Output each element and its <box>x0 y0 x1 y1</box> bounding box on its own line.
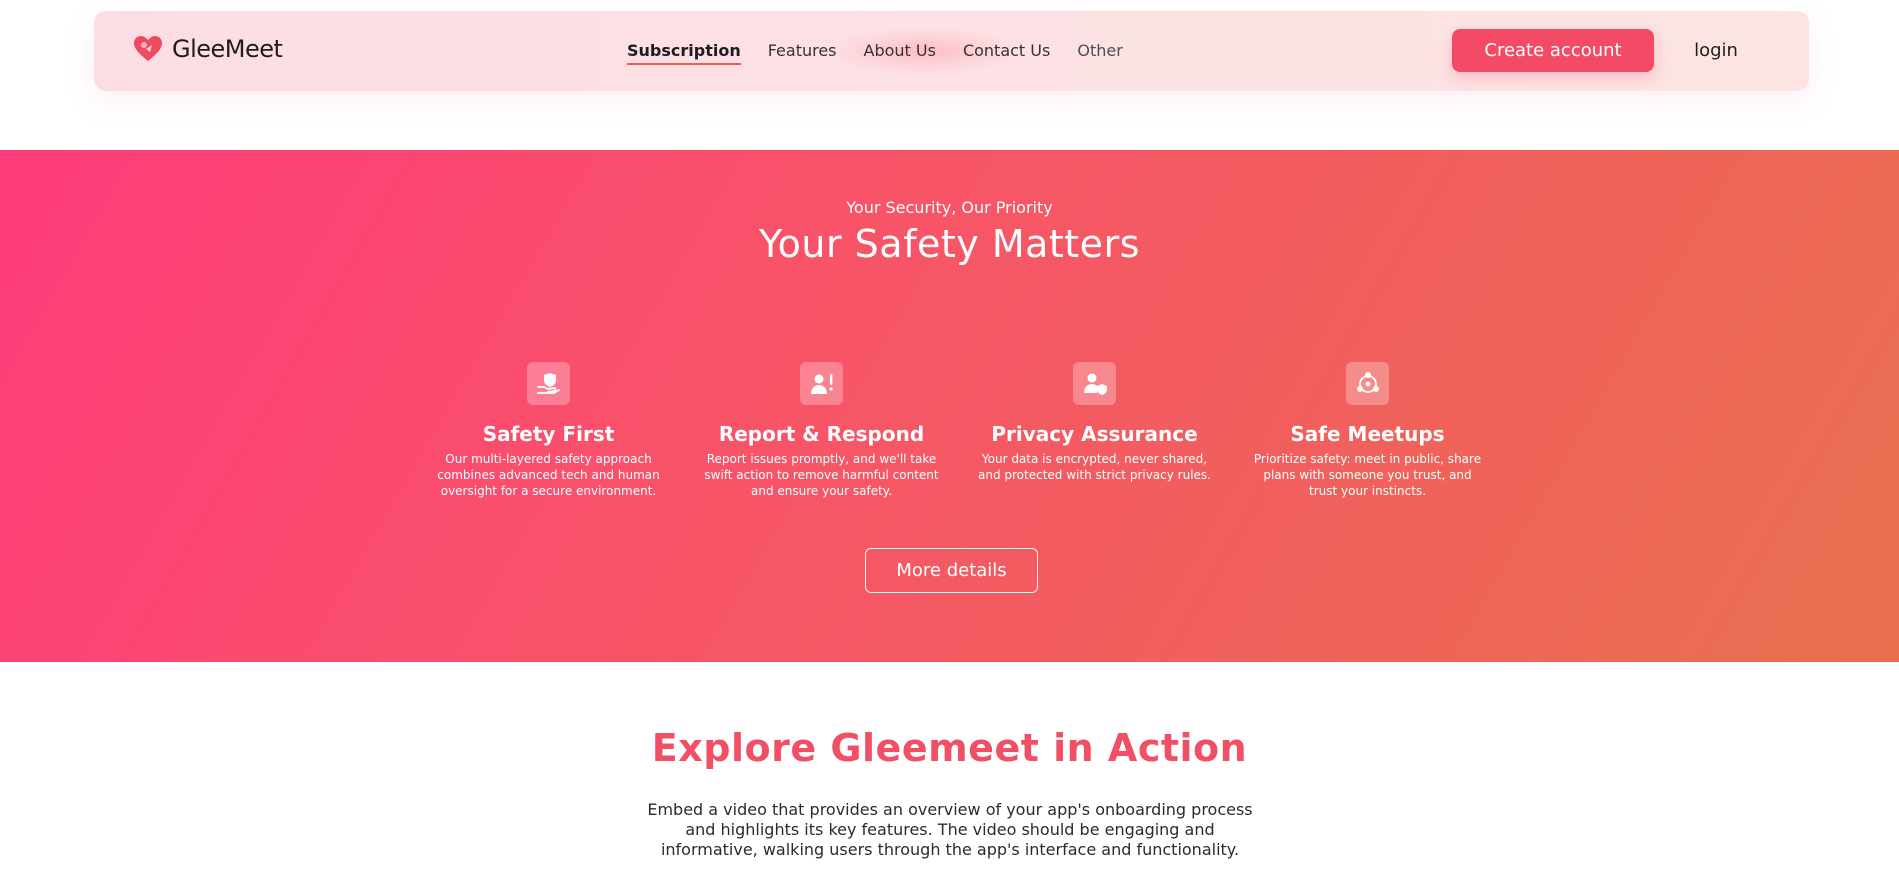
feature-card: Privacy Assurance Your data is encrypted… <box>958 362 1231 522</box>
nav-link-contact-us[interactable]: Contact Us <box>963 39 1050 63</box>
feature-title: Privacy Assurance <box>991 422 1198 446</box>
explore-description: Embed a video that provides an overview … <box>647 800 1253 859</box>
navbar: GleeMeet Subscription Features About Us … <box>94 11 1809 91</box>
nav-link-about-us[interactable]: About Us <box>864 39 936 63</box>
create-account-button[interactable]: Create account <box>1452 29 1654 72</box>
main-nav: Subscription Features About Us Contact U… <box>627 39 1150 65</box>
feature-card: Report & Respond Report issues promptly,… <box>685 362 958 522</box>
safety-section: Your Security, Our Priority Your Safety … <box>0 150 1899 662</box>
brand-name: GleeMeet <box>172 35 283 63</box>
safety-kicker: Your Security, Our Priority <box>846 198 1053 217</box>
features-list: Safety First Our multi-layered safety ap… <box>412 362 1504 522</box>
feature-text: Report issues promptly, and we'll take s… <box>704 452 939 498</box>
login-button[interactable]: login <box>1676 29 1756 72</box>
shield-hand-icon <box>527 362 570 405</box>
safety-title: Your Safety Matters <box>758 222 1140 266</box>
heart-logo-icon <box>134 36 162 61</box>
explore-title: Explore Gleemeet in Action <box>651 726 1248 770</box>
user-shield-icon <box>1073 362 1116 405</box>
feature-title: Safe Meetups <box>1290 422 1445 446</box>
more-details-button[interactable]: More details <box>865 548 1038 593</box>
feature-title: Report & Respond <box>718 422 925 446</box>
feature-card: Safe Meetups Prioritize safety: meet in … <box>1231 362 1504 522</box>
people-network-icon <box>1346 362 1389 405</box>
report-user-icon <box>800 362 843 405</box>
nav-link-features[interactable]: Features <box>768 39 837 63</box>
feature-title: Safety First <box>482 422 615 446</box>
feature-card: Safety First Our multi-layered safety ap… <box>412 362 685 522</box>
feature-text: Our multi-layered safety approach combin… <box>437 452 660 498</box>
nav-link-subscription[interactable]: Subscription <box>627 39 741 65</box>
feature-text: Your data is encrypted, never shared, an… <box>977 452 1211 482</box>
brand[interactable]: GleeMeet <box>132 33 283 65</box>
feature-text: Prioritize safety: meet in public, share… <box>1253 452 1482 498</box>
nav-link-other[interactable]: Other <box>1077 39 1122 63</box>
